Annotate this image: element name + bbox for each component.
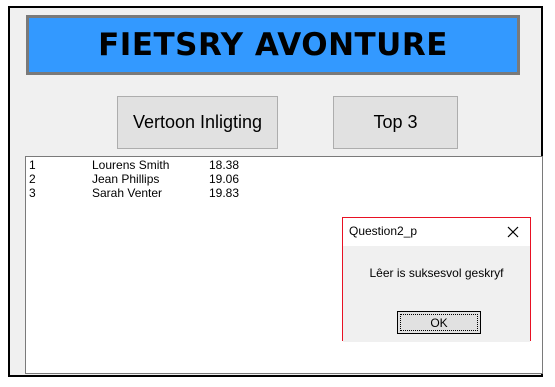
top3-button[interactable]: Top 3 — [333, 96, 458, 149]
message-dialog: Question2_p Lêer is suksesvol geskryf OK — [342, 217, 531, 342]
rank-cell: 3 — [29, 186, 36, 200]
rank-cell: 2 — [29, 172, 36, 186]
close-icon — [507, 226, 519, 238]
time-cell: 18.38 — [209, 158, 240, 172]
show-info-button[interactable]: Vertoon Inligting — [117, 96, 278, 149]
list-item: 1 Lourens Smith 18.38 — [26, 158, 542, 172]
app-title: FIETSRY AVONTURE — [98, 27, 448, 63]
ok-button-label: OK — [430, 315, 448, 330]
dialog-body: Lêer is suksesvol geskryf OK — [343, 246, 530, 342]
list-item: 3 Sarah Venter 19.83 — [26, 186, 542, 200]
dialog-close-button[interactable] — [496, 218, 530, 246]
rank-cell: 1 — [29, 158, 36, 172]
title-banner: FIETSRY AVONTURE — [26, 15, 520, 75]
ok-button[interactable]: OK — [397, 311, 481, 334]
name-cell: Lourens Smith — [92, 158, 170, 172]
dialog-title: Question2_p — [349, 224, 418, 238]
name-cell: Jean Phillips — [92, 172, 160, 186]
time-cell: 19.83 — [209, 186, 240, 200]
dialog-message: Lêer is suksesvol geskryf — [369, 266, 504, 280]
list-item: 2 Jean Phillips 19.06 — [26, 172, 542, 186]
dialog-titlebar[interactable]: Question2_p — [343, 218, 530, 246]
name-cell: Sarah Venter — [92, 186, 163, 200]
time-cell: 19.06 — [209, 172, 240, 186]
